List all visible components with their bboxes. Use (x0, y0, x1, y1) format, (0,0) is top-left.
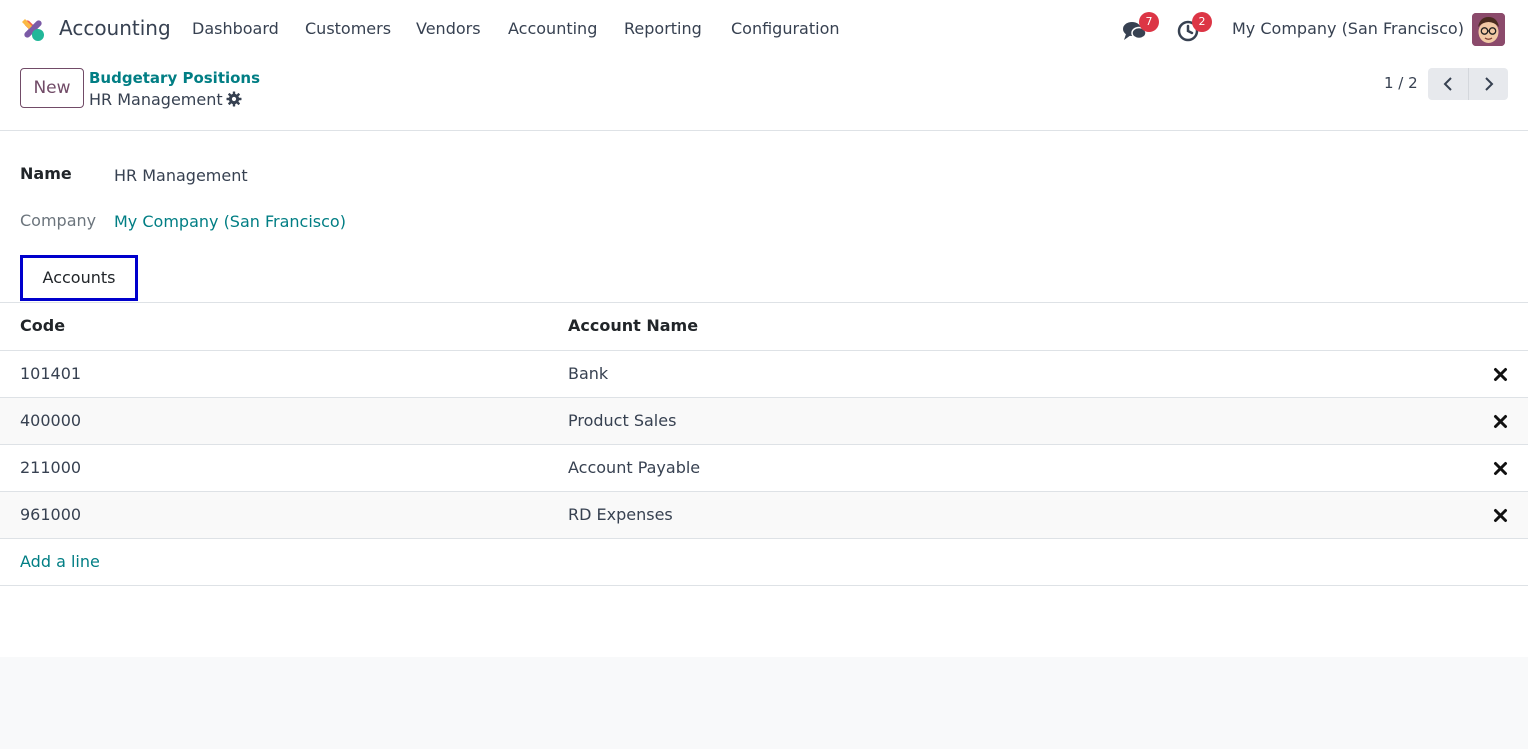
avatar-face-icon (1472, 13, 1505, 46)
name-field[interactable]: HR Management (114, 166, 248, 185)
table-header: Code Account Name (0, 303, 1528, 351)
user-avatar[interactable] (1472, 13, 1505, 46)
add-line-row: Add a line (0, 539, 1528, 586)
gear-icon[interactable] (226, 91, 242, 107)
cell-code: 400000 (20, 411, 82, 430)
menu-accounting[interactable]: Accounting (508, 19, 597, 38)
cell-account-name: Bank (568, 364, 609, 383)
breadcrumb-current: HR Management (89, 90, 223, 109)
menu-configuration[interactable]: Configuration (731, 19, 840, 38)
cell-code: 211000 (20, 458, 82, 477)
breadcrumb-parent[interactable]: Budgetary Positions (89, 69, 260, 87)
pager-value[interactable]: 1 / 2 (1384, 74, 1418, 92)
odoo-app-logo-icon[interactable] (19, 15, 47, 43)
delete-row-icon[interactable] (1493, 414, 1508, 429)
app-window: Accounting Dashboard Customers Vendors A… (0, 0, 1528, 749)
cell-code: 101401 (20, 364, 82, 383)
delete-row-icon[interactable] (1493, 508, 1508, 523)
cell-account-name: Account Payable (568, 458, 701, 477)
messages-badge: 7 (1139, 12, 1159, 32)
form-sheet: Name HR Management Company My Company (S… (0, 131, 1528, 657)
column-header-account-name[interactable]: Account Name (568, 316, 698, 335)
table-row[interactable]: 101401 Bank (0, 351, 1528, 398)
menu-vendors[interactable]: Vendors (416, 19, 481, 38)
chevron-left-icon (1443, 77, 1452, 91)
delete-row-icon[interactable] (1493, 367, 1508, 382)
cell-account-name: Product Sales (568, 411, 677, 430)
top-navbar: Accounting Dashboard Customers Vendors A… (0, 0, 1528, 58)
menu-dashboard[interactable]: Dashboard (192, 19, 279, 38)
menu-reporting[interactable]: Reporting (624, 19, 702, 38)
pager-previous-button[interactable] (1428, 68, 1468, 100)
add-line-link[interactable]: Add a line (20, 552, 100, 571)
tab-accounts[interactable]: Accounts (20, 255, 138, 301)
new-button[interactable]: New (20, 68, 84, 108)
company-field[interactable]: My Company (San Francisco) (114, 212, 346, 231)
app-name[interactable]: Accounting (59, 16, 171, 40)
accounts-table: Code Account Name 101401 Bank 400000 Pro… (0, 303, 1528, 586)
cell-account-name: RD Expenses (568, 505, 673, 524)
activities-badge: 2 (1192, 12, 1212, 32)
table-row[interactable]: 400000 Product Sales (0, 398, 1528, 445)
control-panel: New Budgetary Positions HR Management 1 … (0, 58, 1528, 131)
table-row[interactable]: 211000 Account Payable (0, 445, 1528, 492)
pager-next-button[interactable] (1468, 68, 1508, 100)
table-row[interactable]: 961000 RD Expenses (0, 492, 1528, 539)
column-header-code[interactable]: Code (20, 316, 65, 335)
company-label: Company (20, 211, 97, 230)
delete-row-icon[interactable] (1493, 461, 1508, 476)
name-label: Name (20, 164, 72, 183)
cell-code: 961000 (20, 505, 82, 524)
company-switcher[interactable]: My Company (San Francisco) (1232, 19, 1464, 38)
chevron-right-icon (1484, 77, 1493, 91)
menu-customers[interactable]: Customers (305, 19, 391, 38)
